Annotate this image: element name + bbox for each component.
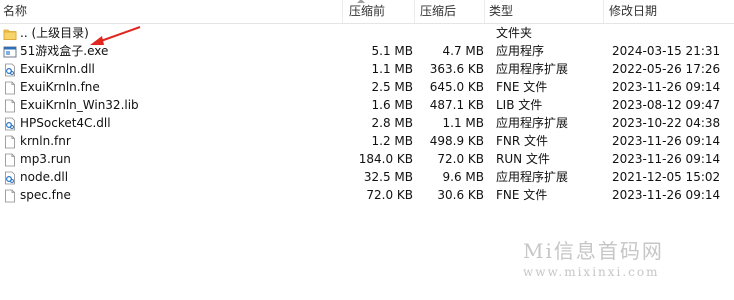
column-divider[interactable] xyxy=(414,0,415,23)
file-name: .. (上级目录) xyxy=(20,26,89,40)
file-icon xyxy=(3,188,17,203)
compressed-before-size: 1.1 MB xyxy=(371,62,413,76)
annotation-arrow-shaft xyxy=(97,26,141,43)
compressed-before-size: 1.2 MB xyxy=(371,134,413,148)
file-type: 应用程序 xyxy=(496,44,545,58)
column-compressed-before[interactable]: 压缩前 xyxy=(349,3,385,19)
watermark-title: Mi信息首码网 xyxy=(523,239,664,263)
column-divider[interactable] xyxy=(342,0,343,23)
file-type: 应用程序扩展 xyxy=(496,62,569,76)
compressed-after-size: 4.7 MB xyxy=(442,44,484,58)
file-type: LIB 文件 xyxy=(496,98,543,112)
compressed-after-size: 498.9 KB xyxy=(429,134,484,148)
compressed-before-size: 5.1 MB xyxy=(371,44,413,58)
modified-date: 2023-11-26 09:14 xyxy=(612,188,721,202)
file-type: FNE 文件 xyxy=(496,188,548,202)
file-name: spec.fne xyxy=(20,188,71,202)
modified-date: 2024-03-15 21:31 xyxy=(612,44,721,58)
file-row[interactable]: krnln.fnr 1.2 MB 498.9 KB FNR 文件 2023-11-26 … xyxy=(0,132,734,150)
modified-date: 2023-10-22 04:38 xyxy=(612,116,721,130)
compressed-after-size: 1.1 MB xyxy=(442,116,484,130)
compressed-after-size: 72.0 KB xyxy=(437,152,484,166)
modified-date: 2022-05-26 17:26 xyxy=(612,62,721,76)
compressed-before-size: 184.0 KB xyxy=(358,152,413,166)
column-name[interactable]: 名称 xyxy=(3,3,27,19)
compressed-after-size: 487.1 KB xyxy=(429,98,484,112)
compressed-before-size: 32.5 MB xyxy=(363,170,413,184)
compressed-after-size: 30.6 KB xyxy=(437,188,484,202)
modified-date: 2023-11-26 09:14 xyxy=(612,134,721,148)
file-name: ExuiKrnln_Win32.lib xyxy=(20,98,139,112)
annotation-arrow-head xyxy=(90,36,104,45)
compressed-after-size: 363.6 KB xyxy=(429,62,484,76)
dll-icon xyxy=(3,170,17,185)
dll-icon xyxy=(3,62,17,77)
file-row[interactable]: node.dll 32.5 MB 9.6 MB 应用程序扩展 2021-12-05 15… xyxy=(0,168,734,186)
file-icon xyxy=(3,98,17,113)
file-type: FNR 文件 xyxy=(496,134,549,148)
file-name: mp3.run xyxy=(20,152,71,166)
compressed-before-size: 1.6 MB xyxy=(371,98,413,112)
column-type[interactable]: 类型 xyxy=(489,3,513,19)
column-compressed-after[interactable]: 压缩后 xyxy=(420,3,456,19)
file-row[interactable]: ExuiKrnln_Win32.lib 1.6 MB 487.1 KB LIB 文件 2… xyxy=(0,96,734,114)
file-type: FNE 文件 xyxy=(496,80,548,94)
compressed-after-size: 645.0 KB xyxy=(429,80,484,94)
watermark-url: www.mixinxi.com xyxy=(523,265,660,279)
file-icon xyxy=(3,80,17,95)
annotation-arrow-icon xyxy=(90,26,141,45)
file-type: 文件夹 xyxy=(496,26,533,40)
file-name: node.dll xyxy=(20,170,69,184)
modified-date: 2023-11-26 09:14 xyxy=(612,80,721,94)
file-name: ExuiKrnln.dll xyxy=(20,62,95,76)
file-name: HPSocket4C.dll xyxy=(20,116,111,130)
file-type: RUN 文件 xyxy=(496,152,550,166)
file-row[interactable]: mp3.run 184.0 KB 72.0 KB RUN 文件 2023-11-26 0… xyxy=(0,150,734,168)
file-icon xyxy=(3,152,17,167)
file-row[interactable]: ExuiKrnln.fne 2.5 MB 645.0 KB FNE 文件 2023-11… xyxy=(0,78,734,96)
modified-date: 2023-11-26 09:14 xyxy=(612,152,721,166)
column-modified-date[interactable]: 修改日期 xyxy=(609,3,657,19)
file-type: 应用程序扩展 xyxy=(496,170,569,184)
modified-date: 2023-08-12 09:47 xyxy=(612,98,721,112)
compressed-after-size: 9.6 MB xyxy=(442,170,484,184)
dll-icon xyxy=(3,116,17,131)
file-name: krnln.fnr xyxy=(20,134,71,148)
archive-file-list: 名称 压缩前 压缩后 类型 修改日期 .. (上级目录) 文件夹 51游戏盒子.ex… xyxy=(0,0,734,300)
file-name: ExuiKrnln.fne xyxy=(20,80,100,94)
compressed-before-size: 72.0 KB xyxy=(366,188,413,202)
column-divider[interactable] xyxy=(603,0,604,23)
file-row[interactable]: ExuiKrnln.dll 1.1 MB 363.6 KB 应用程序扩展 2022-05… xyxy=(0,60,734,78)
modified-date: 2021-12-05 15:02 xyxy=(612,170,721,184)
column-header: 名称 压缩前 压缩后 类型 修改日期 xyxy=(0,0,734,24)
file-row[interactable]: spec.fne 72.0 KB 30.6 KB FNE 文件 2023-11-26 0… xyxy=(0,186,734,204)
file-row[interactable]: HPSocket4C.dll 2.8 MB 1.1 MB 应用程序扩展 2023-10-… xyxy=(0,114,734,132)
folder-icon xyxy=(3,26,17,40)
compressed-before-size: 2.8 MB xyxy=(371,116,413,130)
file-icon xyxy=(3,134,17,149)
file-type: 应用程序扩展 xyxy=(496,116,569,130)
exe-icon xyxy=(3,44,17,58)
compressed-before-size: 2.5 MB xyxy=(371,80,413,94)
column-divider[interactable] xyxy=(484,0,485,23)
